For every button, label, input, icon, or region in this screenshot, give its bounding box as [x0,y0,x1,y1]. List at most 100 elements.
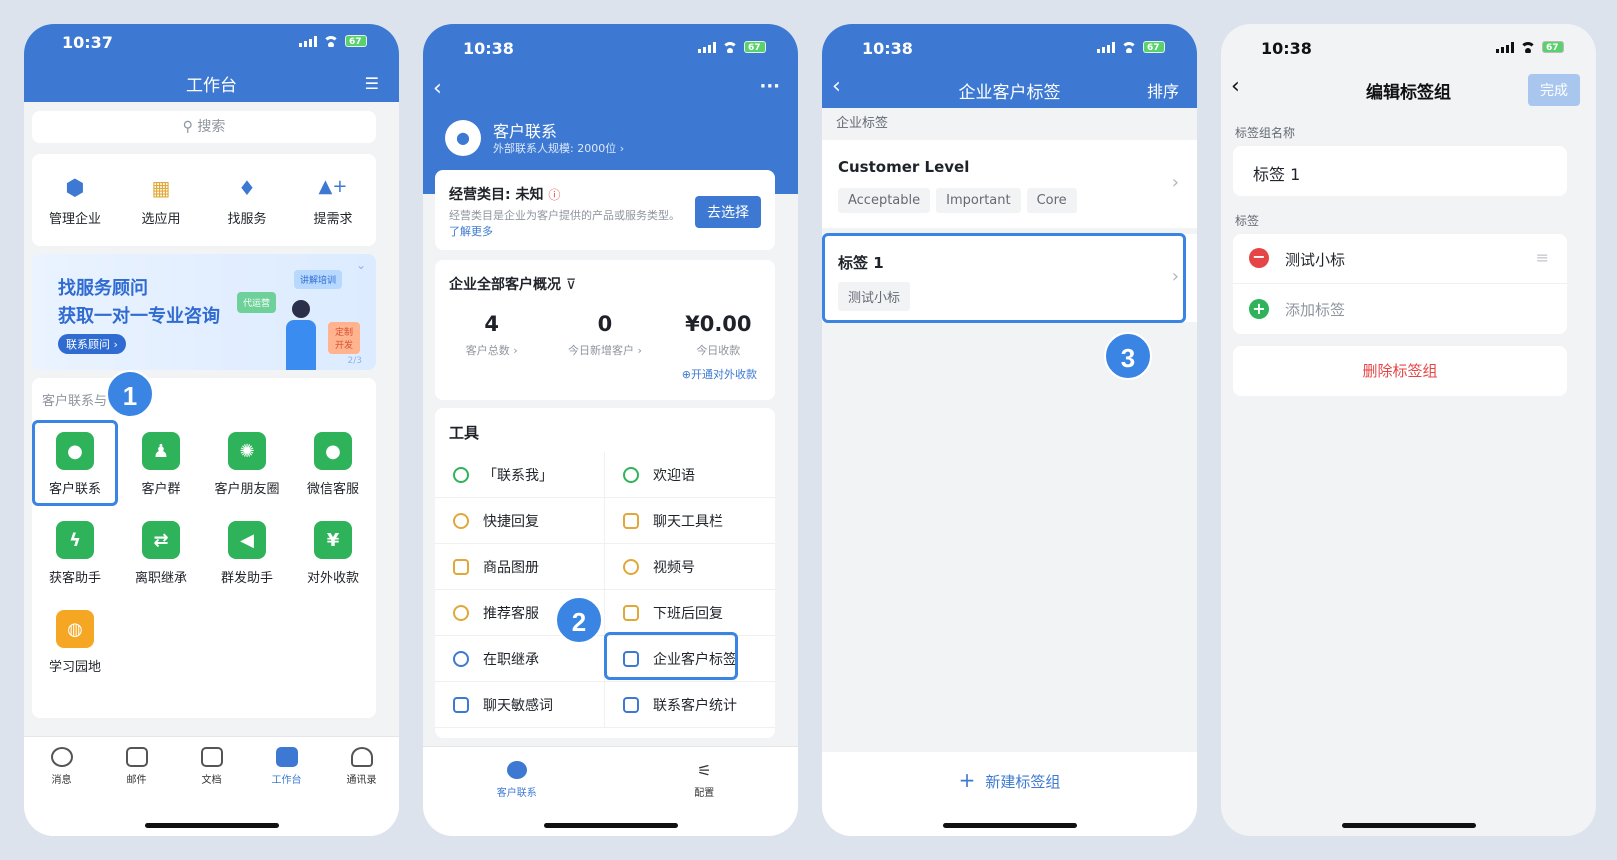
onjob-transfer-icon [453,650,469,667]
home-indicator [942,823,1077,828]
service-banner[interactable]: 找服务顾问 获取一对一专业咨询 联系顾问 › 讲解培训 代运营 定制开发 2/3… [32,254,376,370]
drag-handle-icon[interactable]: ≡ [1536,248,1549,267]
quick-submit-request[interactable]: ▲+ 提需求 [290,176,376,227]
phone-edit-tag-group: 10:38 67 ‹ 编辑标签组 完成 标签组名称 标签 1 标签 − 测试小标… [1221,24,1596,836]
delete-group-button[interactable]: 删除标签组 [1233,346,1567,396]
step-badge-1: 1 [106,370,154,418]
learn-more-link[interactable]: 了解更多 [449,225,493,238]
quick-actions: ⬢ 管理企业 ▦ 选应用 ♦ 找服务 ▲+ 提需求 [32,154,376,246]
stat-total[interactable]: 4 客户总数 › [435,312,548,358]
app-resignation-transfer[interactable]: ⇄ 离职继承 [118,521,204,586]
workbench-icon [275,747,298,767]
status-time: 10:38 [862,39,913,58]
document-icon [200,747,223,767]
phone-customer-contact: 10:38 67 ‹ ··· ● 客户联系 外部联系人规模: 2000位 › 经… [423,24,798,836]
chat-bubble-icon [506,761,527,779]
customer-contact-avatar-icon: ● [445,120,481,156]
tool-channels[interactable]: 视频号 [605,544,775,590]
quick-choose-app[interactable]: ▦ 选应用 [118,176,204,227]
chevron-down-icon[interactable]: ⌄ [356,258,366,272]
tool-after-hours-reply[interactable]: 下班后回复 [605,590,775,636]
tag-name[interactable]: 测试小标 [1285,249,1345,270]
app-external-payment[interactable]: ¥ 对外收款 [290,521,376,586]
app-mass-message[interactable]: ◀ 群发助手 [204,521,290,586]
contact-me-icon [453,466,469,483]
overview-card: 企业全部客户概况 ⊽ 4 客户总数 › 0 今日新增客户 › ¥0.00 今日收款 ⊕… [435,260,775,400]
stat-income-today: ¥0.00 今日收款 [685,312,752,357]
group-icon: ♟ [142,432,180,470]
search-icon: ⚲ [182,119,193,135]
banner-tag-operation: 代运营 [237,292,277,313]
lightning-icon: ϟ [56,521,94,559]
tag-group-customer-level[interactable]: Customer Level Acceptable Important Core › [822,140,1197,228]
more-icon[interactable]: ··· [759,76,780,97]
filter-icon[interactable]: ⊽ [566,277,576,293]
stat-new-today[interactable]: 0 今日新增客户 › [548,312,661,358]
choose-button[interactable]: 去选择 [695,196,761,228]
app-customer-moments[interactable]: ✺ 客户朋友圈 [204,432,290,497]
tag-row: − 测试小标 ≡ [1233,234,1567,284]
tool-contact-me[interactable]: 「联系我」 [435,452,605,498]
sort-button[interactable]: 排序 [1147,78,1179,102]
contact-scale[interactable]: 外部联系人规模: 2000位 › [493,140,624,156]
aperture-icon: ✺ [228,432,266,470]
home-indicator [543,823,678,828]
add-tag-row[interactable]: + 添加标签 [1233,284,1567,334]
tools-card: 工具 「联系我」 欢迎语 快捷回复 聊天工具栏 商品图册 视频号 推荐客服 下班… [435,408,775,738]
planet-icon: ◍ [56,610,94,648]
tags-label: 标签 [1235,214,1260,228]
stats-chart-icon [623,696,639,713]
battery-icon: 67 [1542,41,1564,53]
tool-welcome-message[interactable]: 欢迎语 [605,452,775,498]
contact-advisor-button[interactable]: 联系顾问 › [58,334,126,354]
quick-find-service[interactable]: ♦ 找服务 [204,176,290,227]
tab-messages[interactable]: 消息 [24,747,99,786]
quick-manage-enterprise[interactable]: ⬢ 管理企业 [32,176,118,227]
tag-list: Acceptable Important Core [838,188,1083,213]
app-acquisition-assistant[interactable]: ϟ 获客助手 [32,521,118,586]
chevron-right-icon: › [1171,172,1179,193]
tool-quick-reply[interactable]: 快捷回复 [435,498,605,544]
battery-icon: 67 [1143,41,1165,53]
shapes-plus-icon: ▲+ [318,176,348,197]
highlight-customer-contact [32,420,118,506]
remove-icon[interactable]: − [1249,248,1269,268]
sliders-icon: ⚟ [697,761,712,780]
section-label: 企业标签 [836,116,889,131]
contacts-icon [350,747,373,767]
app-customer-group[interactable]: ♟ 客户群 [118,432,204,497]
tab-docs[interactable]: 文档 [174,747,249,786]
quick-reply-icon [453,512,469,529]
status-bar: 10:38 67 [1221,24,1596,64]
tool-chat-toolbar[interactable]: 聊天工具栏 [605,498,775,544]
tool-sensitive-words[interactable]: 聊天敏感词 [435,682,605,728]
section-label: 客户联系与 [42,394,108,409]
tab-workbench[interactable]: 工作台 [249,747,324,786]
back-icon[interactable]: ‹ [433,76,442,101]
banner-subline: 获取一对一专业咨询 [58,306,220,327]
service-chat-icon: ● [314,432,352,470]
app-wechat-service[interactable]: ● 微信客服 [290,432,376,497]
search-bar[interactable]: ⚲ 搜索 [32,111,376,143]
signal-icon [1097,41,1115,53]
status-time: 10:37 [62,33,113,52]
advisor-illustration [284,300,318,370]
wifi-icon [722,41,738,53]
tool-contact-stats[interactable]: 联系客户统计 [605,682,775,728]
open-payment-link[interactable]: ⊕开通对外收款 [682,366,757,382]
banner-headline: 找服务顾问 [58,278,148,299]
group-name-input[interactable]: 标签 1 [1233,146,1567,196]
tab-mail[interactable]: 邮件 [99,747,174,786]
channels-icon [623,558,639,575]
done-button[interactable]: 完成 [1528,74,1580,106]
status-bar: 10:38 67 [822,24,1197,64]
transfer-icon: ⇄ [142,521,180,559]
app-learning-garden[interactable]: ◍ 学习园地 [32,610,118,675]
settings-menu-icon[interactable]: ☰ [365,74,379,93]
hi-icon [623,466,639,483]
tab-contacts[interactable]: 通讯录 [324,747,399,786]
battery-icon: 67 [744,41,766,53]
help-icon[interactable]: ⓘ [548,188,560,202]
tool-product-album[interactable]: 商品图册 [435,544,605,590]
banner-page-indicator: 2/3 [347,356,362,366]
